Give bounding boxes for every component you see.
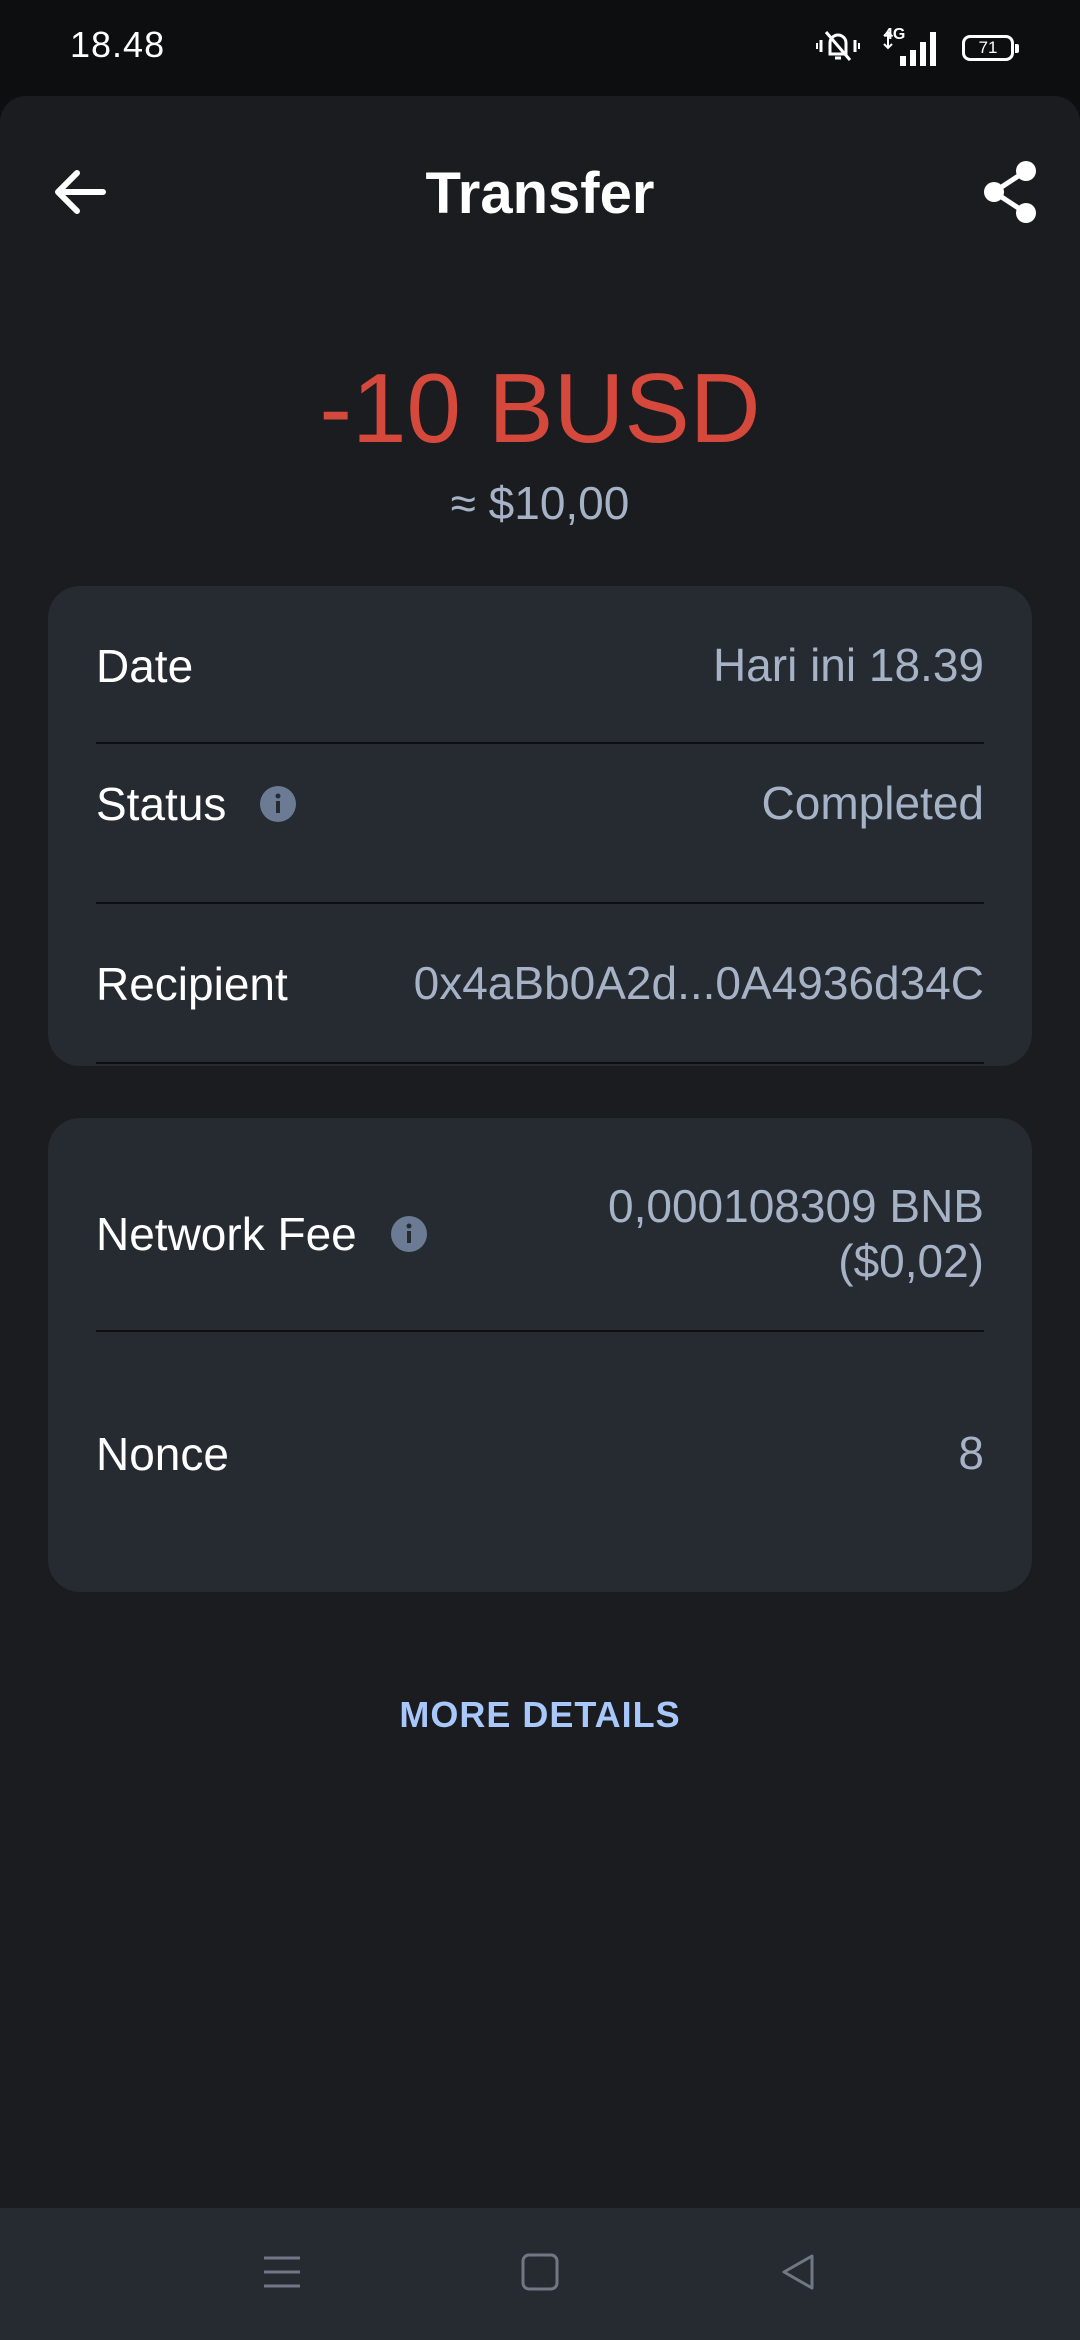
app-header: Transfer [0, 96, 1080, 292]
network-fee-value: 0,000108309 BNB [608, 1179, 984, 1232]
divider [96, 1330, 984, 1332]
status-bar: 18.48 4G 71 [0, 0, 1080, 96]
home-square-icon [520, 2252, 560, 2297]
share-button[interactable] [970, 154, 1050, 234]
fiat-amount: ≈ $10,00 [450, 477, 630, 529]
recipient-address[interactable]: 0x4aBb0A2d...0A4936d34C [414, 956, 984, 1011]
status-label: Status [96, 778, 227, 830]
nonce-value: 8 [958, 1427, 984, 1480]
divider [96, 1062, 984, 1064]
more-details-button[interactable]: MORE DETAILS [0, 1694, 1080, 1736]
recipient-row: Recipient 0x4aBb0A2d...0A4936d34C [96, 944, 984, 1024]
recent-apps-button[interactable] [252, 2244, 312, 2304]
nonce-label: Nonce [96, 1428, 229, 1480]
status-info-icon[interactable] [260, 786, 297, 822]
back-triangle-icon [778, 2252, 818, 2297]
recipient-label: Recipient [96, 958, 288, 1010]
transfer-screen: Transfer -10 BUSD ≈ $10,00 Date Hari ini… [0, 96, 1080, 2208]
battery-icon: 71 [962, 35, 1019, 61]
vibrate-mute-icon [816, 28, 860, 69]
status-icons: 4G 71 [816, 26, 1019, 69]
status-row: Status Completed [96, 704, 984, 904]
share-icon [981, 160, 1039, 229]
network-fee-label: Network Fee [96, 1208, 357, 1260]
status-label-group: Status [96, 777, 297, 831]
nonce-row: Nonce 8 [96, 1414, 984, 1494]
page-title: Transfer [425, 161, 655, 226]
fee-details-card: Network Fee 0,000108309 BNB ($0,02) Nonc… [48, 1118, 1032, 1592]
network-fee-info-icon[interactable] [390, 1216, 427, 1252]
status-value: Completed [761, 777, 984, 830]
system-nav-bar [0, 2208, 1080, 2340]
date-row: Date Hari ini 18.39 [96, 626, 984, 706]
network-fee-label-group: Network Fee [96, 1207, 427, 1261]
back-nav-button[interactable] [768, 2244, 828, 2304]
date-label: Date [96, 640, 194, 692]
status-time: 18.48 [70, 24, 166, 65]
network-fee-value-group: 0,000108309 BNB ($0,02) [608, 1179, 984, 1289]
network-fee-row: Network Fee 0,000108309 BNB ($0,02) [96, 1172, 984, 1296]
date-value: Hari ini 18.39 [712, 639, 984, 692]
signal-4g-icon: 4G [880, 26, 942, 66]
network-fee-fiat: ($0,02) [838, 1235, 984, 1287]
transaction-details-card: Date Hari ini 18.39 Status Completed Rec… [48, 586, 1032, 1066]
battery-level: 71 [978, 38, 998, 57]
network-type: 4G [884, 26, 906, 43]
menu-icon [262, 2252, 302, 2297]
transfer-amount: -10 BUSD [319, 353, 761, 463]
divider [96, 902, 984, 904]
home-button[interactable] [510, 2244, 570, 2304]
